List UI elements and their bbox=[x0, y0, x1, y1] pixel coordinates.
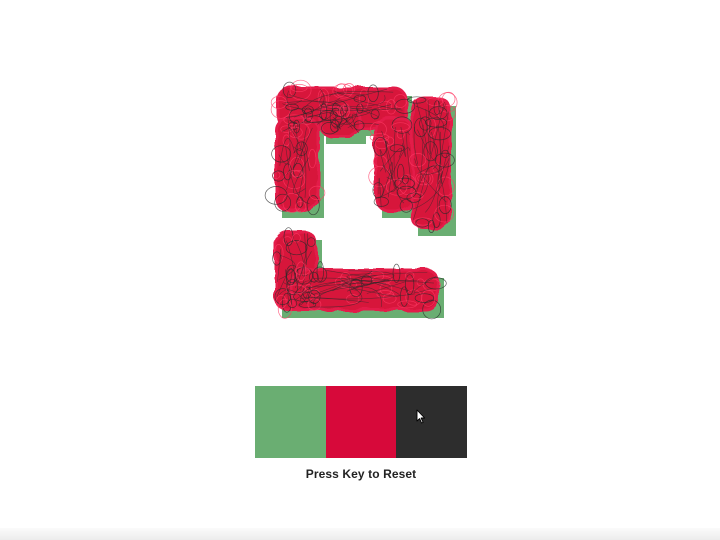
swatch-red[interactable] bbox=[326, 386, 396, 458]
reset-instruction: Press Key to Reset bbox=[305, 467, 417, 481]
arrow-cursor-icon bbox=[416, 409, 426, 424]
color-palette bbox=[255, 386, 467, 458]
window-bottom-edge bbox=[0, 528, 720, 540]
swatch-black[interactable] bbox=[396, 386, 467, 458]
scribbled-glyph-artwork bbox=[264, 79, 458, 320]
swatch-green[interactable] bbox=[255, 386, 326, 458]
glyph-stroke-block bbox=[318, 106, 362, 138]
drawing-canvas[interactable] bbox=[0, 0, 720, 540]
